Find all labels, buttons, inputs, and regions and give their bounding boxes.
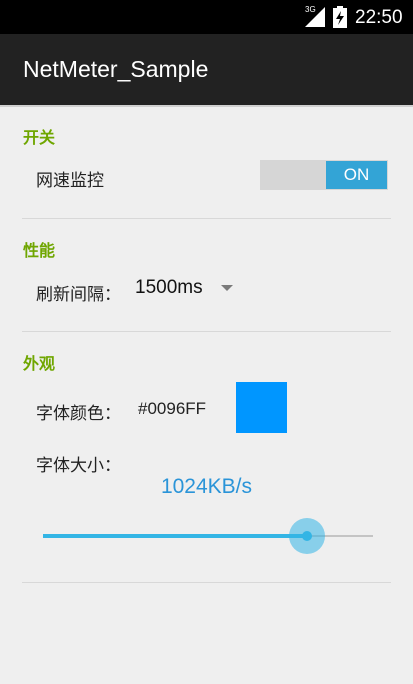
section-header-appearance: 外观 [23, 354, 56, 373]
net-monitor-toggle[interactable]: ON [260, 160, 388, 190]
refresh-interval-label: 刷新间隔： [36, 285, 121, 305]
toggle-on-thumb: ON [326, 161, 387, 189]
font-color-label: 字体颜色： [36, 404, 121, 424]
refresh-interval-spinner[interactable]: 1500ms [135, 277, 245, 303]
font-size-preview: 1024KB/s [160, 475, 253, 498]
divider [22, 582, 391, 583]
status-bar: 3G 22:50 [0, 0, 413, 34]
divider [22, 331, 391, 332]
battery-icon [333, 6, 347, 28]
action-bar: NetMeter_Sample [0, 34, 413, 107]
font-size-slider[interactable] [43, 518, 373, 554]
slider-fill [43, 534, 307, 538]
signal-icon [305, 7, 325, 27]
font-color-swatch[interactable] [236, 382, 287, 433]
net-monitor-label: 网速监控 [36, 171, 104, 191]
dropdown-arrow-icon [221, 285, 233, 291]
refresh-interval-value: 1500ms [135, 277, 203, 298]
divider [22, 218, 391, 219]
font-size-label: 字体大小： [36, 456, 121, 476]
slider-thumb[interactable] [302, 531, 312, 541]
clock: 22:50 [355, 7, 403, 28]
section-header-performance: 性能 [23, 241, 56, 260]
section-header-switch: 开关 [23, 128, 56, 147]
font-color-value: #0096FF [138, 399, 207, 418]
app-title: NetMeter_Sample [23, 56, 209, 82]
